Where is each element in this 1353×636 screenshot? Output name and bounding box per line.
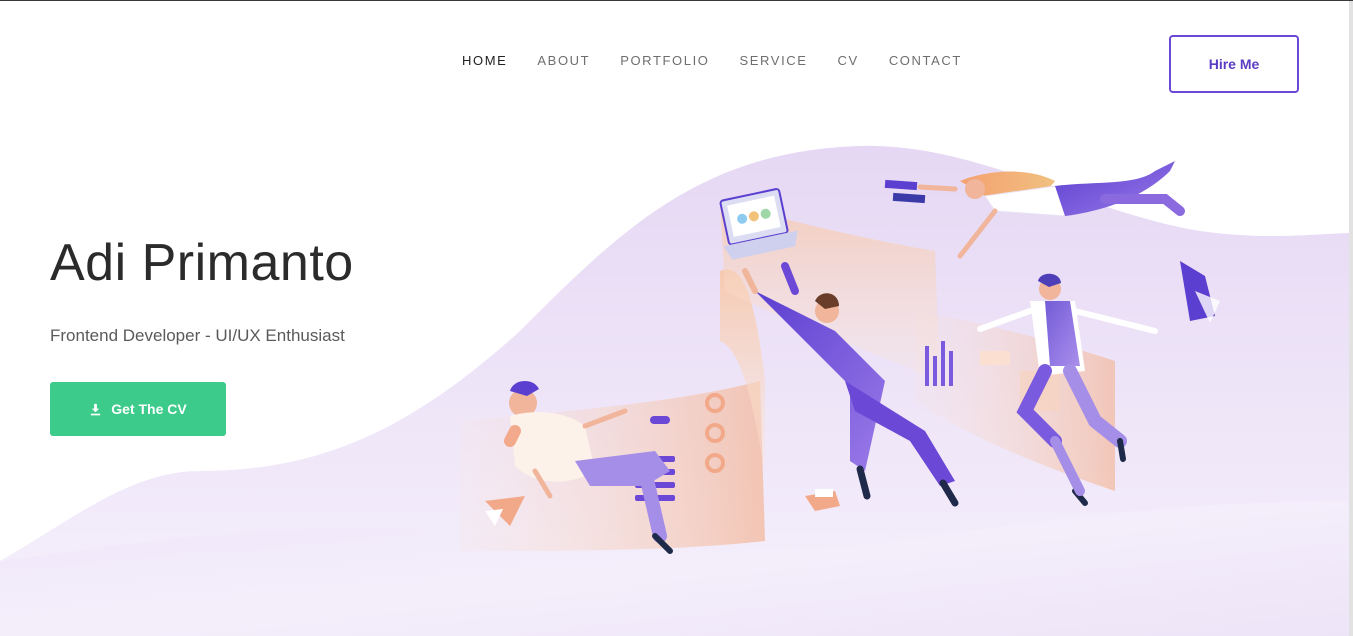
nav-cv[interactable]: CV xyxy=(838,53,859,68)
hero-name: Adi Primanto xyxy=(50,234,354,292)
nav-about[interactable]: ABOUT xyxy=(537,53,590,68)
nav-portfolio[interactable]: PORTFOLIO xyxy=(620,53,709,68)
hero-subtitle: Frontend Developer - UI/UX Enthusiast xyxy=(50,326,345,345)
team-collaboration-illustration xyxy=(460,161,1220,554)
get-cv-label: Get The CV xyxy=(111,401,187,417)
nav-contact[interactable]: CONTACT xyxy=(889,53,962,68)
page: HOME ABOUT PORTFOLIO SERVICE CV CONTACT … xyxy=(0,0,1353,636)
main-nav: HOME ABOUT PORTFOLIO SERVICE CV CONTACT xyxy=(462,53,962,68)
nav-service[interactable]: SERVICE xyxy=(740,53,808,68)
download-icon xyxy=(91,403,101,415)
hire-me-button[interactable]: Hire Me xyxy=(1169,35,1299,93)
nav-home[interactable]: HOME xyxy=(462,53,507,68)
get-cv-button[interactable]: Get The CV xyxy=(50,382,226,436)
scrollbar[interactable] xyxy=(1349,1,1353,636)
